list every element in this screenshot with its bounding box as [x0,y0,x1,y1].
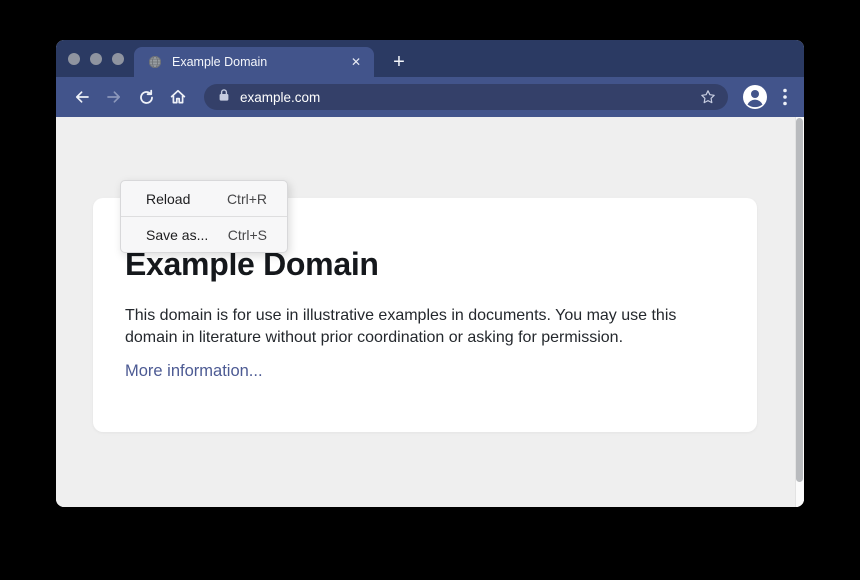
window-zoom-button[interactable] [112,53,124,65]
menu-item-label: Save as... [146,227,208,243]
scrollbar-thumb[interactable] [796,118,803,482]
bookmark-star-icon[interactable] [698,87,718,107]
browser-window: Example Domain ✕ + [56,40,804,507]
reload-icon [138,89,155,106]
home-button[interactable] [164,83,192,111]
context-menu-item-reload[interactable]: Reload Ctrl+R [121,181,287,216]
menu-item-shortcut: Ctrl+R [227,191,267,207]
browser-toolbar: example.com [56,77,804,117]
more-information-link[interactable]: More information... [125,362,263,381]
back-arrow-icon [73,88,91,106]
browser-tab[interactable]: Example Domain ✕ [134,47,374,77]
forward-arrow-icon [105,88,123,106]
back-button[interactable] [68,83,96,111]
url-text[interactable]: example.com [240,90,698,105]
window-minimize-button[interactable] [90,53,102,65]
tab-close-icon[interactable]: ✕ [348,54,364,70]
home-icon [169,88,187,106]
page-viewport: Example Domain This domain is for use in… [56,117,804,507]
menu-item-label: Reload [146,191,190,207]
site-favicon-icon [148,55,162,69]
lock-icon[interactable] [218,88,230,107]
page-paragraph: This domain is for use in illustrative e… [125,305,725,349]
context-menu: Reload Ctrl+R Save as... Ctrl+S [120,180,288,253]
window-close-button[interactable] [68,53,80,65]
context-menu-item-save-as[interactable]: Save as... Ctrl+S [121,217,287,252]
title-bar: Example Domain ✕ + [56,40,804,77]
reload-button[interactable] [132,83,160,111]
forward-button[interactable] [100,83,128,111]
overflow-menu-icon[interactable] [776,84,794,110]
scrollbar-track[interactable] [795,117,804,507]
menu-item-shortcut: Ctrl+S [228,227,267,243]
tab-title: Example Domain [172,55,348,69]
new-tab-button[interactable]: + [386,49,412,75]
address-bar[interactable]: example.com [204,84,728,110]
profile-avatar-icon[interactable] [742,84,768,110]
